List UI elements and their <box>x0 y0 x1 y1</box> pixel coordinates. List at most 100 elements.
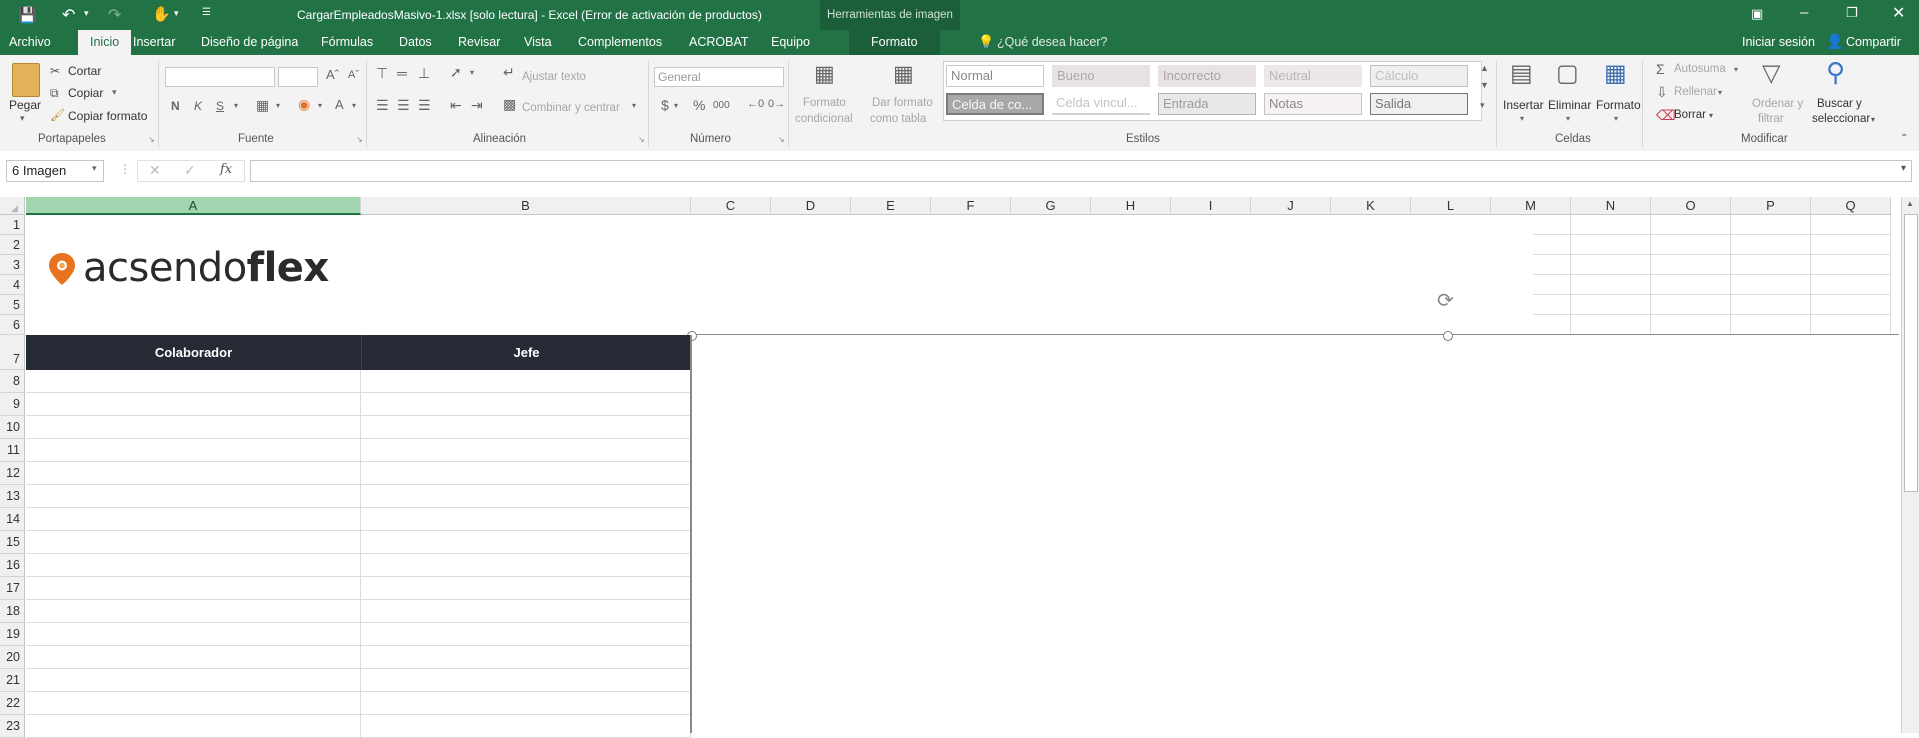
merge-dropdown-icon[interactable]: ▾ <box>632 101 636 110</box>
scroll-up-icon[interactable]: ▲ <box>1906 199 1914 208</box>
row-header-7[interactable]: 7 <box>0 335 25 370</box>
copy-icon[interactable]: ⧉ <box>50 86 59 101</box>
row-header-18[interactable]: 18 <box>0 600 25 623</box>
column-header-o[interactable]: O <box>1651 197 1731 215</box>
save-icon[interactable]: 💾 <box>18 6 37 24</box>
table-cell[interactable] <box>361 508 691 531</box>
sort-filter-icon[interactable]: ▽ <box>1762 59 1780 88</box>
table-cell[interactable] <box>361 669 691 692</box>
sheet-cell[interactable] <box>1533 215 1571 235</box>
delete-cells-icon[interactable]: ▢ <box>1556 59 1579 88</box>
column-header-e[interactable]: E <box>851 197 931 215</box>
table-cell[interactable] <box>26 646 361 669</box>
table-cell[interactable] <box>26 715 361 738</box>
insert-cells-button[interactable]: Insertar <box>1503 98 1544 112</box>
align-middle-icon[interactable]: ═ <box>397 65 407 81</box>
table-cell[interactable] <box>26 554 361 577</box>
column-header-p[interactable]: P <box>1731 197 1811 215</box>
undo-icon[interactable]: ↶ <box>62 5 75 25</box>
delete-dropdown-icon[interactable]: ▾ <box>1566 114 1570 123</box>
sheet-cell[interactable] <box>1731 315 1811 335</box>
restore-icon[interactable]: ❐ <box>1846 5 1858 21</box>
table-cell[interactable] <box>26 669 361 692</box>
align-left-icon[interactable]: ☰ <box>376 97 389 114</box>
sheet-cell[interactable] <box>1811 275 1891 295</box>
sheet-cell[interactable] <box>1811 295 1891 315</box>
borders-icon[interactable]: ▦ <box>256 97 269 114</box>
share-button[interactable]: Compartir <box>1846 35 1901 49</box>
table-cell[interactable] <box>26 600 361 623</box>
table-cell[interactable] <box>26 623 361 646</box>
sheet-cell[interactable] <box>1811 315 1891 335</box>
scroll-thumb[interactable] <box>1904 214 1918 492</box>
percent-icon[interactable]: % <box>693 97 705 113</box>
logo-image[interactable]: acsendoflex <box>26 215 1533 335</box>
align-top-icon[interactable]: ⊤ <box>376 65 388 82</box>
style-notas[interactable]: Notas <box>1264 93 1362 115</box>
fill-icon[interactable]: ⇩ <box>1656 84 1668 101</box>
sheet-cell[interactable] <box>1533 255 1571 275</box>
row-header-20[interactable]: 20 <box>0 646 25 669</box>
row-header-16[interactable]: 16 <box>0 554 25 577</box>
increase-decimal-icon[interactable]: ←0 <box>747 98 764 110</box>
insert-function-icon[interactable]: fx <box>220 162 232 177</box>
clear-icon[interactable]: ⌫ <box>1656 107 1676 124</box>
sheet-cell[interactable] <box>1731 295 1811 315</box>
table-cell[interactable] <box>26 485 361 508</box>
tab-acrobat[interactable]: ACROBAT <box>689 35 749 49</box>
table-cell[interactable] <box>361 439 691 462</box>
column-header-g[interactable]: G <box>1011 197 1091 215</box>
format-cells-button[interactable]: Formato <box>1596 98 1641 112</box>
column-header-i[interactable]: I <box>1171 197 1251 215</box>
sheet-cell[interactable] <box>1731 255 1811 275</box>
gallery-more-icon[interactable]: ▾ <box>1480 100 1485 111</box>
tab-archivo[interactable]: Archivo <box>9 35 51 49</box>
column-header-q[interactable]: Q <box>1811 197 1891 215</box>
decrease-decimal-icon[interactable]: 0→ <box>768 98 785 110</box>
column-header-k[interactable]: K <box>1331 197 1411 215</box>
font-size-dropdown[interactable] <box>278 67 318 87</box>
sheet-cell[interactable] <box>1533 315 1571 335</box>
sheet-cell[interactable] <box>1571 215 1651 235</box>
sheet-cell[interactable] <box>1811 255 1891 275</box>
tab-vista[interactable]: Vista <box>524 35 552 49</box>
sheet-cell[interactable] <box>1651 295 1731 315</box>
tab-insertar[interactable]: Insertar <box>133 35 175 49</box>
tab-formato[interactable]: Formato <box>849 30 940 55</box>
merge-center-button[interactable]: Combinar y centrar <box>522 102 620 114</box>
tab-equipo[interactable]: Equipo <box>771 35 810 49</box>
sort-filter-label[interactable]: Ordenar y <box>1752 98 1803 110</box>
row-header-14[interactable]: 14 <box>0 508 25 531</box>
align-right-icon[interactable]: ☰ <box>418 97 431 114</box>
row-header-23[interactable]: 23 <box>0 715 25 738</box>
fill-color-icon[interactable]: ◉ <box>298 96 310 113</box>
table-cell[interactable] <box>26 393 361 416</box>
style-entrada[interactable]: Entrada <box>1158 93 1256 115</box>
row-header-10[interactable]: 10 <box>0 416 25 439</box>
touch-dropdown-icon[interactable]: ▾ <box>174 8 179 19</box>
copy-dropdown-icon[interactable]: ▾ <box>112 87 117 98</box>
format-as-table-label-2[interactable]: como tabla <box>870 113 926 125</box>
paste-button[interactable]: Pegar <box>9 98 41 112</box>
row-header-8[interactable]: 8 <box>0 370 25 393</box>
fill-color-dropdown-icon[interactable]: ▾ <box>318 101 322 110</box>
minimize-icon[interactable]: – <box>1800 4 1808 21</box>
underline-dropdown-icon[interactable]: ▾ <box>234 101 238 110</box>
sheet-cell[interactable] <box>1811 235 1891 255</box>
column-header-l[interactable]: L <box>1411 197 1491 215</box>
column-header-c[interactable]: C <box>691 197 771 215</box>
table-cell[interactable] <box>361 531 691 554</box>
sheet-cell[interactable] <box>1651 275 1731 295</box>
grow-font-icon[interactable]: Aˆ <box>326 67 339 82</box>
table-cell[interactable] <box>361 623 691 646</box>
sheet-cell[interactable] <box>1651 315 1731 335</box>
sort-filter-label-2[interactable]: filtrar <box>1758 113 1784 125</box>
row-header-4[interactable]: 4 <box>0 275 25 295</box>
table-cell[interactable] <box>361 646 691 669</box>
style-salida[interactable]: Salida <box>1370 93 1468 115</box>
clear-dropdown-icon[interactable]: ▾ <box>1709 111 1713 120</box>
cancel-entry-icon[interactable]: ✕ <box>149 162 161 179</box>
tab-datos[interactable]: Datos <box>399 35 432 49</box>
find-dropdown-icon[interactable]: ▾ <box>1871 115 1875 124</box>
thousands-icon[interactable]: 000 <box>713 100 730 111</box>
